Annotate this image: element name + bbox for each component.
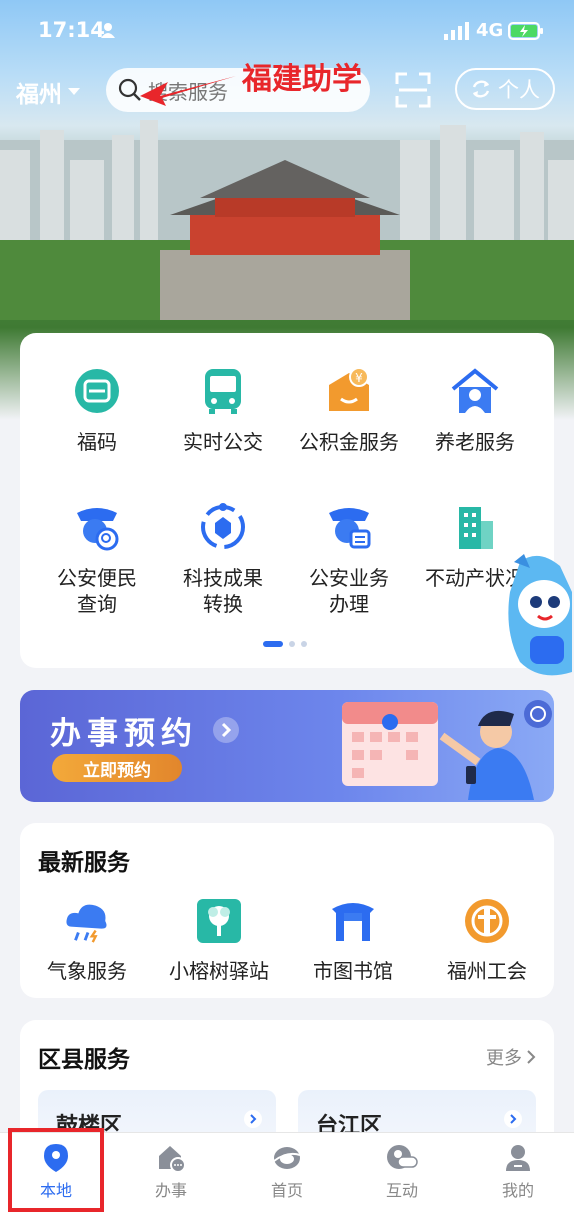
library-icon bbox=[329, 897, 377, 945]
police-query-icon bbox=[71, 501, 123, 553]
annotation-label: 福建助学 bbox=[242, 62, 362, 97]
annotation-highlight-box bbox=[8, 1128, 104, 1212]
tab-label: 互动 bbox=[385, 1181, 418, 1200]
chevron-right-icon bbox=[213, 717, 239, 743]
service-item-weather[interactable]: 气象服务 bbox=[22, 897, 152, 984]
elderly-care-icon bbox=[449, 365, 501, 417]
grid-label-line: 办理 bbox=[329, 592, 369, 616]
housing-fund-icon: ¥ bbox=[323, 365, 375, 417]
grid-label-line: 科技成果 bbox=[183, 566, 263, 590]
tab-home[interactable]: 首页 bbox=[247, 1143, 327, 1201]
grid-label-line: 查询 bbox=[77, 592, 117, 616]
police-business-icon bbox=[323, 501, 375, 553]
tab-affairs[interactable]: 办事 bbox=[131, 1143, 211, 1201]
city-skyline-image bbox=[0, 120, 574, 320]
battery-icon bbox=[508, 22, 543, 40]
calendar-illustration bbox=[342, 700, 552, 800]
grid-item-bus[interactable]: 实时公交 bbox=[158, 365, 288, 455]
chevron-right-icon bbox=[504, 1110, 522, 1128]
city-name: 福州 bbox=[16, 82, 62, 108]
grid-label: 公安业务 办理 bbox=[284, 565, 414, 617]
service-label: 福州工会 bbox=[447, 959, 527, 983]
tab-label: 我的 bbox=[501, 1181, 534, 1200]
latest-services-title: 最新服务 bbox=[38, 850, 130, 876]
scan-icon[interactable] bbox=[395, 72, 431, 108]
service-item-library[interactable]: 市图书馆 bbox=[288, 897, 418, 984]
grid-label: 福码 bbox=[77, 430, 117, 454]
grid-label: 实时公交 bbox=[183, 430, 263, 454]
interaction-icon bbox=[362, 1143, 442, 1173]
search-icon bbox=[118, 78, 141, 101]
service-label: 市图书馆 bbox=[313, 959, 393, 983]
user-status-icon bbox=[101, 23, 115, 38]
real-estate-icon bbox=[449, 501, 501, 553]
grid-label: 公积金服务 bbox=[299, 430, 399, 454]
service-label: 小榕树驿站 bbox=[169, 959, 269, 983]
network-type: 4G bbox=[476, 20, 504, 41]
grid-label-line: 公安业务 bbox=[309, 566, 389, 590]
grid-label-line: 转换 bbox=[203, 592, 243, 616]
grid-item-police-query[interactable]: 公安便民 查询 bbox=[32, 501, 162, 617]
tech-transfer-icon bbox=[197, 501, 249, 553]
tab-interaction[interactable]: 互动 bbox=[362, 1143, 442, 1201]
personal-label: 个人 bbox=[498, 78, 540, 102]
chevron-right-icon bbox=[244, 1110, 262, 1128]
tab-profile[interactable]: 我的 bbox=[478, 1143, 558, 1201]
book-now-button[interactable]: 立即预约 bbox=[52, 754, 182, 782]
caret-down-icon bbox=[68, 88, 80, 95]
mascot-icon[interactable] bbox=[500, 552, 574, 682]
tab-label: 首页 bbox=[270, 1181, 303, 1200]
chevron-right-icon bbox=[527, 1050, 536, 1064]
personal-switch-button[interactable]: 个人 bbox=[455, 68, 555, 110]
grid-item-housing-fund[interactable]: ¥ 公积金服务 bbox=[284, 365, 414, 455]
status-bar: 17:14 4G bbox=[0, 0, 574, 60]
more-link[interactable]: 更多 bbox=[486, 1044, 536, 1070]
svg-text:¥: ¥ bbox=[355, 371, 363, 385]
more-label: 更多 bbox=[486, 1048, 522, 1069]
signal-icon bbox=[444, 22, 469, 40]
page-indicator bbox=[263, 641, 307, 647]
grid-item-tech-transfer[interactable]: 科技成果 转换 bbox=[158, 501, 288, 617]
affairs-icon bbox=[131, 1143, 211, 1173]
status-time: 17:14 bbox=[38, 18, 105, 42]
service-item-union[interactable]: 福州工会 bbox=[422, 897, 552, 984]
annotation-arrow bbox=[140, 76, 236, 106]
banyan-icon bbox=[195, 897, 243, 945]
service-label: 气象服务 bbox=[47, 959, 127, 983]
grid-item-fu-code[interactable]: 福码 bbox=[32, 365, 162, 455]
union-icon bbox=[463, 897, 511, 945]
bus-icon bbox=[197, 365, 249, 417]
page-dot bbox=[301, 641, 307, 647]
grid-label: 科技成果 转换 bbox=[158, 565, 288, 617]
grid-label: 公安便民 查询 bbox=[32, 565, 162, 617]
fu-code-icon bbox=[71, 365, 123, 417]
page-dot bbox=[289, 641, 295, 647]
district-services-title: 区县服务 bbox=[38, 1047, 130, 1073]
grid-label: 养老服务 bbox=[435, 430, 515, 454]
city-selector[interactable]: 福州 bbox=[16, 75, 80, 109]
page-dot-active bbox=[263, 641, 283, 647]
refresh-icon bbox=[472, 80, 490, 98]
banner-title: 办事预约 bbox=[50, 716, 198, 752]
grid-item-police-business[interactable]: 公安业务 办理 bbox=[284, 501, 414, 617]
grid-label-line: 公安便民 bbox=[57, 566, 137, 590]
service-item-banyan[interactable]: 小榕树驿站 bbox=[154, 897, 284, 984]
weather-icon bbox=[63, 897, 111, 945]
tab-label: 办事 bbox=[154, 1181, 187, 1200]
appointment-banner[interactable]: 办事预约 立即预约 bbox=[20, 690, 554, 802]
grid-item-elderly-care[interactable]: 养老服务 bbox=[410, 365, 540, 455]
latest-services-card: 最新服务 气象服务 小榕树驿站 市图书馆 福州工会 bbox=[20, 823, 554, 998]
service-grid-card: 福码 实时公交 ¥ 公积金服务 养老服务 公安便民 查询 科技成果 转换 公安业务办… bbox=[20, 333, 554, 668]
profile-icon bbox=[478, 1143, 558, 1173]
home-icon bbox=[247, 1143, 327, 1173]
